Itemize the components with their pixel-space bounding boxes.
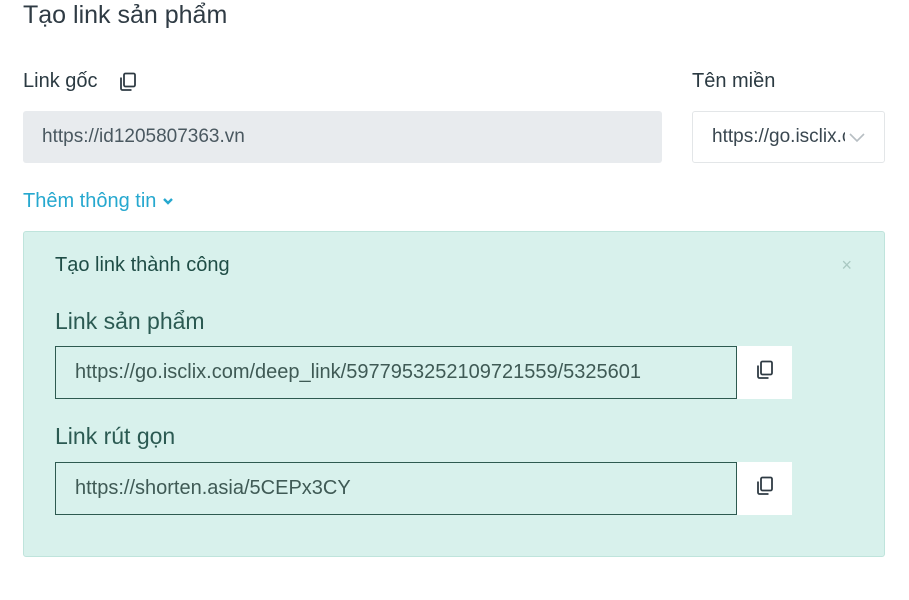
close-icon[interactable]: ×: [841, 256, 852, 274]
copy-short-link-button[interactable]: [737, 462, 792, 515]
origin-link-field[interactable]: https://id1205807363.vn: [23, 111, 662, 163]
domain-label: Tên miền: [692, 70, 776, 92]
page-title: Tạo link sản phẩm: [23, 1, 228, 29]
domain-select[interactable]: https://go.isclix.com: [692, 111, 885, 163]
chevron-down-icon: [848, 128, 866, 151]
more-info-label: Thêm thông tin: [23, 190, 157, 212]
domain-select-value: https://go.isclix.com: [712, 126, 845, 147]
product-link-label: Link sản phẩm: [55, 308, 205, 334]
chevron-down-icon: [162, 190, 174, 213]
success-panel: Tạo link thành công × Link sản phẩm http…: [23, 231, 885, 557]
copy-icon[interactable]: [118, 72, 138, 92]
product-link-field[interactable]: https://go.isclix.com/deep_link/59779532…: [55, 346, 737, 399]
more-info-toggle[interactable]: Thêm thông tin: [23, 190, 174, 213]
copy-icon: [755, 360, 775, 385]
copy-product-link-button[interactable]: [737, 346, 792, 399]
short-link-field[interactable]: https://shorten.asia/5CEPx3CY: [55, 462, 737, 515]
success-title: Tạo link thành công: [55, 254, 230, 276]
copy-icon: [755, 476, 775, 501]
origin-link-label: Link gốc: [23, 70, 98, 92]
short-link-label: Link rút gọn: [55, 423, 176, 449]
